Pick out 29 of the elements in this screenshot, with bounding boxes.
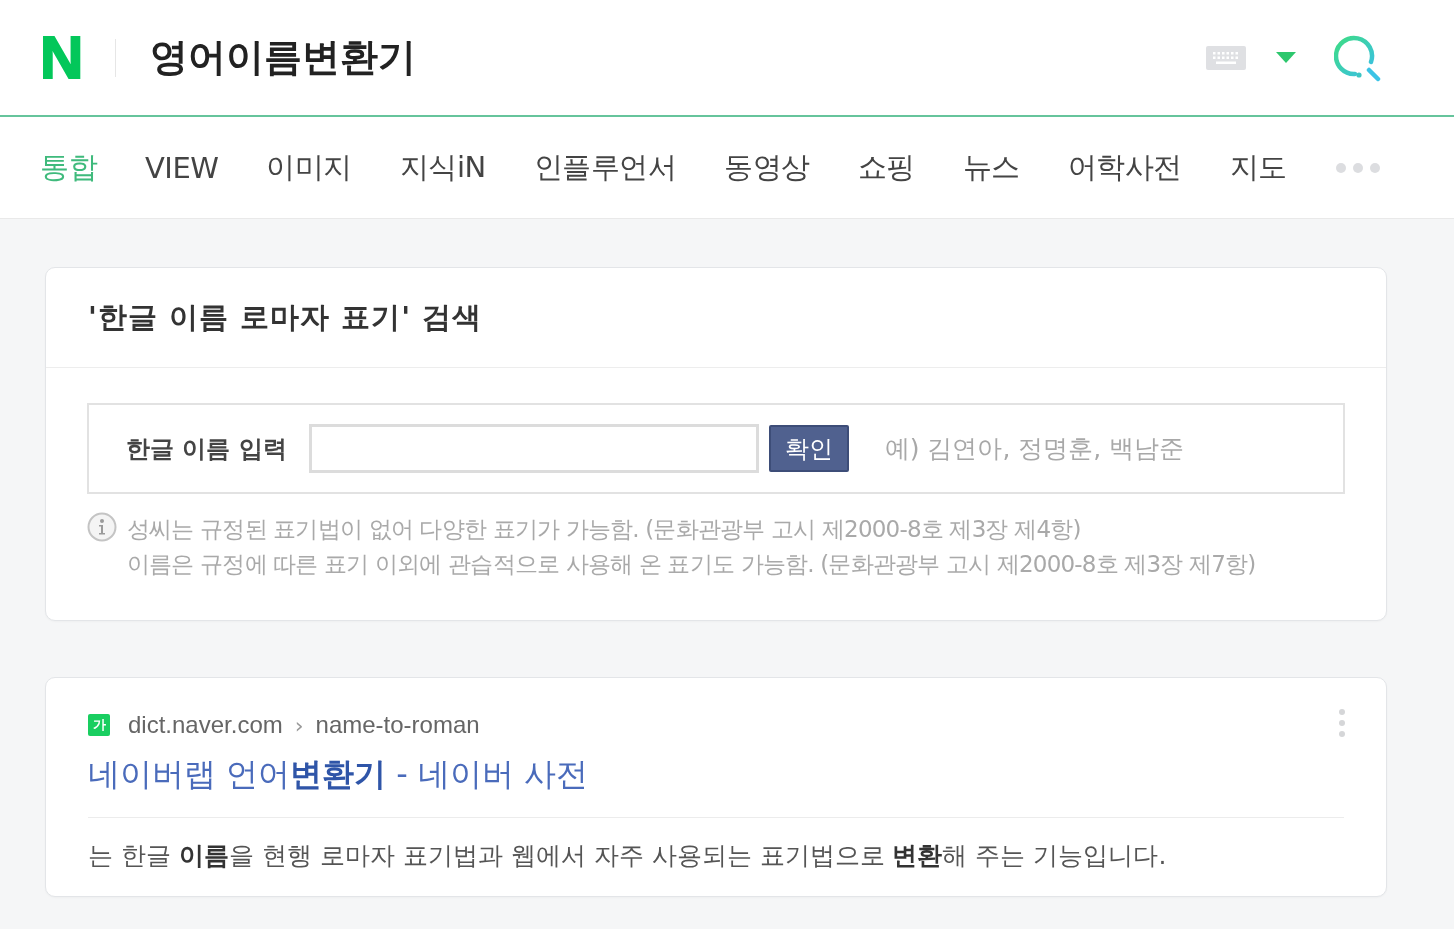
search-tab[interactable]: 뉴스 — [962, 147, 1020, 188]
search-tab[interactable]: 이미지 — [266, 147, 352, 188]
site-path[interactable]: name-to-roman — [315, 711, 480, 739]
search-tab[interactable]: 쇼핑 — [857, 147, 915, 188]
search-icon[interactable] — [1334, 33, 1382, 82]
caret-down-icon[interactable] — [1276, 52, 1296, 63]
note-text: 성씨는 규정된 표기법이 없어 다양한 표기가 가능함. (문화관광부 고시 제2000-8호 제3장 제4항) — [127, 515, 1082, 544]
note-text: 이름은 규정에 따른 표기 이외에 관습적으로 사용해 온 표기도 가능함. (문화관광부 고시 제2000-8호 제3장 제7항) — [127, 550, 1256, 579]
more-icon[interactable] — [1334, 161, 1381, 174]
keyboard-icon[interactable] — [1206, 45, 1246, 70]
name-input-field[interactable] — [308, 424, 759, 473]
example-text: 예) 김연아, 정명훈, 백남준 — [884, 433, 1185, 465]
input-label: 한글 이름 입력 — [126, 433, 287, 465]
search-tab[interactable]: VIEW — [145, 150, 219, 185]
search-tab[interactable]: 지식iN — [399, 147, 486, 188]
site-favicon: 가 — [88, 714, 110, 736]
site-domain[interactable]: dict.naver.com — [128, 711, 283, 739]
search-tab[interactable]: 인플루언서 — [533, 147, 677, 188]
more-options-icon[interactable] — [1338, 708, 1346, 738]
info-icon — [87, 512, 117, 542]
search-tab[interactable]: 어학사전 — [1067, 147, 1182, 188]
breadcrumb-separator: › — [294, 712, 304, 738]
confirm-button[interactable]: 확인 — [768, 425, 849, 472]
converter-title: '한글 이름 로마자 표기' 검색 — [88, 298, 483, 336]
search-tab[interactable]: 동영상 — [724, 147, 810, 188]
result-description: 는 한글 이름을 현행 로마자 표기법과 웹에서 자주 사용되는 표기법으로 변환해 주는 기능입니다. — [88, 840, 1168, 872]
search-query[interactable]: 영어이름변환기 — [150, 32, 417, 83]
search-tab[interactable]: 지도 — [1229, 147, 1287, 188]
result-title-link[interactable]: 네이버랩 언어변환기 - 네이버 사전 — [88, 749, 589, 799]
